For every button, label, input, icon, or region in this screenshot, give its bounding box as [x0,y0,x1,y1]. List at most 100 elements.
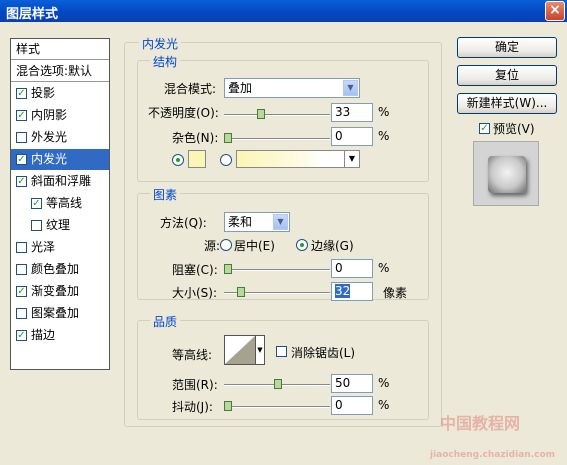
noise-label: 杂色(N): [172,131,219,145]
preview-thumbnail [473,141,539,206]
sidebar-checkbox[interactable]: ✓ [16,110,27,121]
sidebar-item-label: 外发光 [31,130,68,144]
source-edge-label[interactable]: 边缘(G) [311,237,354,254]
preview-checkbox[interactable]: ✓ [479,123,490,134]
range-field[interactable]: 50 [331,374,373,393]
choke-field[interactable]: 0 [331,259,373,278]
dialog-body: 样式 混合选项:默认 ✓ 投影 ✓ 内阴影外发光 ✓ 内发光 ✓ 斜面和浮雕 ✓ 等高线 纹理光泽颜… [0,22,567,465]
sidebar-item-label: 内发光 [31,152,68,166]
watermark-url: jiaocheng.chazidian.com [430,450,556,460]
technique-select[interactable]: 柔和 ▼ [224,212,290,232]
style-list: 样式 混合选项:默认 ✓ 投影 ✓ 内阴影外发光 ✓ 内发光 ✓ 斜面和浮雕 ✓ 等高线 纹理光泽颜… [10,38,110,370]
size-field[interactable]: 32 [331,282,373,301]
sidebar-checkbox[interactable] [16,308,27,319]
sidebar-item[interactable]: ✓ 内阴影 [11,105,109,126]
sidebar-checkbox[interactable] [16,242,27,253]
quality-title: 品质 [150,313,181,330]
range-unit: % [378,376,390,390]
quality-group: 品质 等高线: ▼ 消除锯齿(L) 范围(R): 50 % 抖动(J): 0 % [137,313,429,420]
sidebar-checkbox[interactable]: ✓ [16,330,27,341]
solid-color-radio[interactable] [172,154,184,166]
sidebar-item-label: 光泽 [31,240,56,254]
source-edge-radio[interactable] [296,239,308,251]
contour-dropdown-arrow[interactable]: ▼ [256,335,265,365]
title-bar: 图层样式 × [0,0,567,22]
opacity-label: 不透明度(O): [148,106,219,120]
sidebar-item[interactable]: 图案叠加 [11,303,109,324]
inner-glow-panel: 内发光 结构 混合模式: 叠加 ▼ 不透明度(O): 33 % 杂色(N): 0… [124,35,442,427]
jitter-slider-thumb[interactable] [224,401,232,411]
reset-button[interactable]: 复位 [457,65,557,86]
antialias-checkbox[interactable] [276,346,287,357]
glow-color-swatch[interactable] [188,150,206,168]
ok-button[interactable]: 确定 [457,37,557,58]
close-button[interactable]: × [545,1,565,21]
noise-slider-thumb[interactable] [224,133,232,143]
jitter-slider-track[interactable] [224,406,330,408]
chevron-down-icon: ▼ [343,80,358,96]
sidebar-item[interactable]: 外发光 [11,127,109,148]
source-center-radio[interactable] [220,239,232,251]
blend-options-item[interactable]: 混合选项:默认 [11,61,109,82]
choke-slider-track[interactable] [224,269,330,271]
sidebar-item[interactable]: 纹理 [11,215,109,236]
sidebar-checkbox[interactable]: ✓ [16,176,27,187]
sidebar-checkbox[interactable]: ✓ [16,88,27,99]
sidebar-item-label: 内阴影 [31,108,68,122]
chevron-down-icon[interactable]: ▼ [344,151,359,167]
opacity-field[interactable]: 33 [331,103,373,122]
sidebar-item-label: 投影 [31,86,56,100]
gradient-swatch[interactable]: ▼ [236,150,360,168]
watermark-title: 中国教程网 [440,414,521,433]
blend-mode-select[interactable]: 叠加 ▼ [224,78,360,98]
elements-group: 图素 方法(Q): 柔和 ▼ 源: 居中(E) 边缘(G) 阻塞(C): 0 %… [137,186,429,301]
styles-header[interactable]: 样式 [11,39,109,60]
choke-label: 阻塞(C): [172,263,218,277]
sidebar-item-label: 颜色叠加 [31,262,80,276]
size-slider-thumb[interactable] [236,287,245,297]
antialias-label[interactable]: 消除锯齿(L) [291,344,355,361]
size-unit: 像素 [383,286,408,300]
sidebar-item[interactable]: ✓ 描边 [11,325,109,346]
sidebar-checkbox[interactable]: ✓ [16,154,27,165]
sidebar-item[interactable]: ✓ 斜面和浮雕 [11,171,109,192]
sidebar-checkbox[interactable] [31,220,42,231]
contour-label: 等高线: [172,348,213,362]
preview-label[interactable]: 预览(V) [493,120,535,137]
sidebar-item-label: 渐变叠加 [31,284,80,298]
source-center-label[interactable]: 居中(E) [234,237,275,254]
sidebar-item-label: 描边 [31,328,56,342]
sidebar-item[interactable]: ✓ 等高线 [11,193,109,214]
opacity-slider-track[interactable] [224,114,330,116]
size-label: 大小(S): [172,286,218,300]
sidebar-item[interactable]: ✓ 渐变叠加 [11,281,109,302]
sidebar-item[interactable]: ✓ 内发光 [11,149,109,170]
sidebar-item[interactable]: 颜色叠加 [11,259,109,280]
jitter-label: 抖动(J): [172,400,213,414]
jitter-field[interactable]: 0 [331,396,373,415]
sidebar-item-label: 斜面和浮雕 [31,174,92,188]
elements-title: 图素 [150,186,181,203]
noise-slider-track[interactable] [224,138,330,140]
noise-field[interactable]: 0 [331,127,373,146]
range-label: 范围(R): [172,378,218,392]
new-style-button[interactable]: 新建样式(W)... [457,93,557,114]
gradient-radio[interactable] [220,154,232,166]
technique-label: 方法(Q): [160,216,207,230]
sidebar-item[interactable]: ✓ 投影 [11,83,109,104]
panel-title: 内发光 [139,35,182,52]
source-label: 源: [204,239,221,253]
opacity-unit: % [378,105,390,119]
chevron-down-icon: ▼ [273,214,288,230]
sidebar-checkbox[interactable] [16,264,27,275]
sidebar-item[interactable]: 光泽 [11,237,109,258]
contour-picker[interactable] [224,335,256,365]
sidebar-checkbox[interactable]: ✓ [16,286,27,297]
choke-slider-thumb[interactable] [224,264,232,274]
sidebar-checkbox[interactable]: ✓ [31,198,42,209]
jitter-unit: % [378,398,390,412]
sidebar-checkbox[interactable] [16,132,27,143]
range-slider-thumb[interactable] [274,379,282,389]
opacity-slider-thumb[interactable] [257,109,265,119]
blend-mode-label: 混合模式: [164,82,217,96]
